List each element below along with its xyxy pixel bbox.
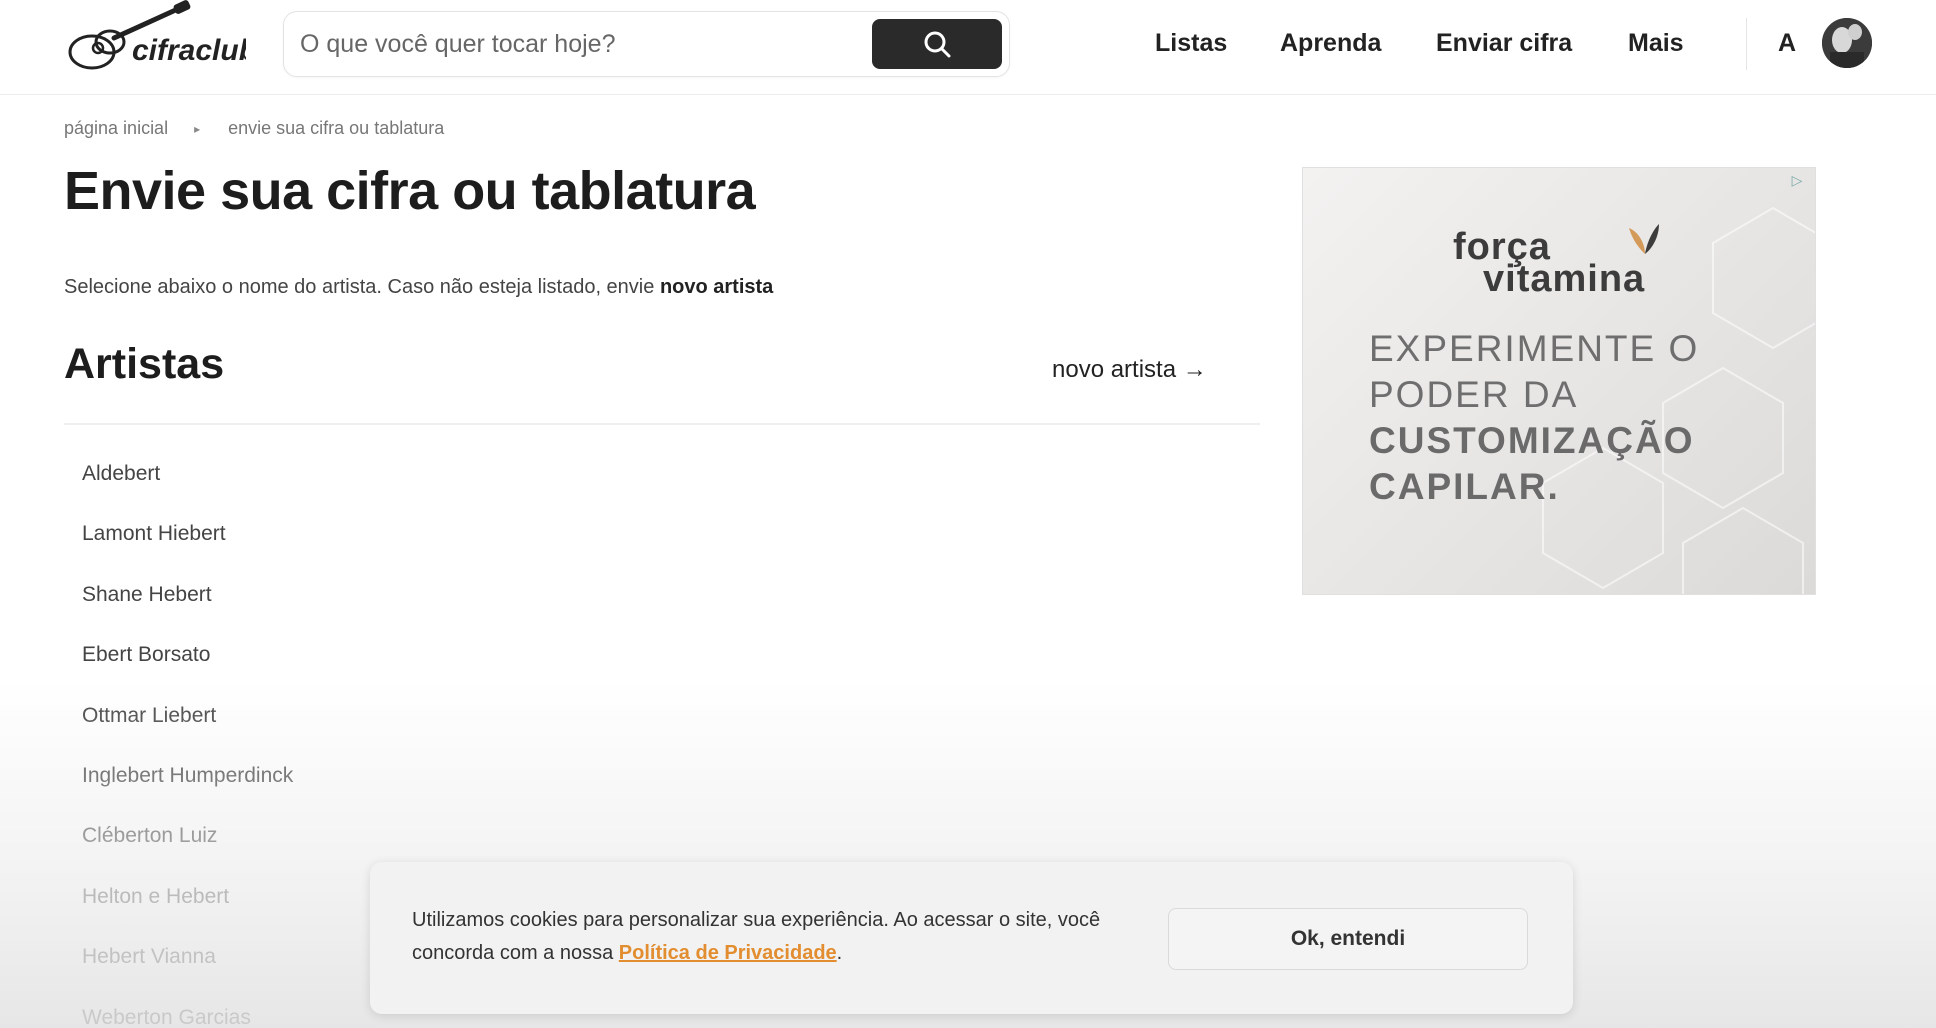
site-header: cifraclub Listas Aprenda Enviar cifra Ma… — [0, 0, 1936, 95]
ad-headline-line3: CUSTOMIZAÇÃO — [1369, 420, 1695, 461]
svg-text:cifraclub: cifraclub — [132, 34, 246, 67]
cookie-message-end: . — [836, 942, 843, 964]
intro-novo-artista-link[interactable]: novo artista — [660, 276, 773, 298]
leaf-logo-icon — [1629, 224, 1659, 254]
artist-list-item[interactable]: Ottmar Liebert — [82, 704, 293, 764]
artist-list-item[interactable]: Inglebert Humperdinck — [82, 764, 293, 824]
artist-list-item[interactable]: Shane Hebert — [82, 583, 293, 643]
artist-list-item[interactable]: Helton e Hebert — [82, 885, 293, 945]
nav-divider — [1746, 18, 1747, 70]
artist-list: Aldebert Lamont Hiebert Shane Hebert Ebe… — [82, 462, 293, 1028]
page-title: Envie sua cifra ou tablatura — [64, 161, 756, 221]
cookie-message: Utilizamos cookies para personalizar sua… — [412, 904, 1112, 970]
privacy-policy-link[interactable]: Política de Privacidade — [619, 942, 837, 964]
ad-choices-icon[interactable]: ▷ — [1785, 172, 1809, 192]
guitar-logo-icon: cifraclub — [68, 0, 246, 70]
intro-text: Selecione abaixo o nome do artista. Caso… — [64, 276, 773, 299]
cookie-consent-banner: Utilizamos cookies para personalizar sua… — [370, 862, 1573, 1014]
artist-list-item[interactable]: Weberton Garcias — [82, 1006, 293, 1028]
search-input[interactable] — [300, 12, 880, 76]
nav-mais[interactable]: Mais — [1628, 0, 1684, 86]
cifraclub-logo[interactable]: cifraclub — [62, 0, 246, 82]
breadcrumb-home-link[interactable]: página inicial — [64, 118, 168, 139]
artist-list-item[interactable]: Aldebert — [82, 462, 293, 522]
section-divider — [64, 423, 1260, 425]
novo-artista-link[interactable]: novo artista → — [1052, 356, 1207, 384]
artist-list-item[interactable]: Lamont Hiebert — [82, 522, 293, 582]
advertisement-banner[interactable]: ▷ força vitamina EXPERIMENTE O PODER DA … — [1302, 167, 1816, 595]
ad-headline-line2: PODER DA — [1369, 374, 1579, 415]
nav-aprenda[interactable]: Aprenda — [1280, 0, 1381, 86]
search-button[interactable] — [872, 19, 1002, 69]
ad-brand-line2: vitamina — [1483, 258, 1646, 300]
breadcrumb-current: envie sua cifra ou tablatura — [228, 118, 445, 138]
cookie-accept-button[interactable]: Ok, entendi — [1168, 908, 1528, 970]
search-bar — [283, 11, 1010, 77]
ad-headline-line4: CAPILAR. — [1369, 466, 1560, 507]
artist-list-item[interactable]: Cléberton Luiz — [82, 824, 293, 884]
search-icon — [924, 31, 951, 58]
artist-list-item[interactable]: Hebert Vianna — [82, 945, 293, 1005]
breadcrumb-separator-icon: ▸ — [194, 121, 201, 136]
ad-headline-line1: EXPERIMENTE O — [1369, 328, 1700, 369]
nav-listas[interactable]: Listas — [1155, 0, 1227, 86]
user-avatar[interactable] — [1822, 18, 1872, 68]
avatar-image-icon — [1822, 18, 1872, 68]
intro-text-body: Selecione abaixo o nome do artista. Caso… — [64, 276, 660, 298]
nav-enviar-cifra[interactable]: Enviar cifra — [1436, 0, 1572, 86]
font-size-toggle[interactable]: A — [1778, 0, 1796, 86]
artist-list-item[interactable]: Ebert Borsato — [82, 643, 293, 703]
breadcrumb: página inicial ▸ envie sua cifra ou tabl… — [64, 118, 444, 139]
section-title-artistas: Artistas — [64, 340, 225, 388]
